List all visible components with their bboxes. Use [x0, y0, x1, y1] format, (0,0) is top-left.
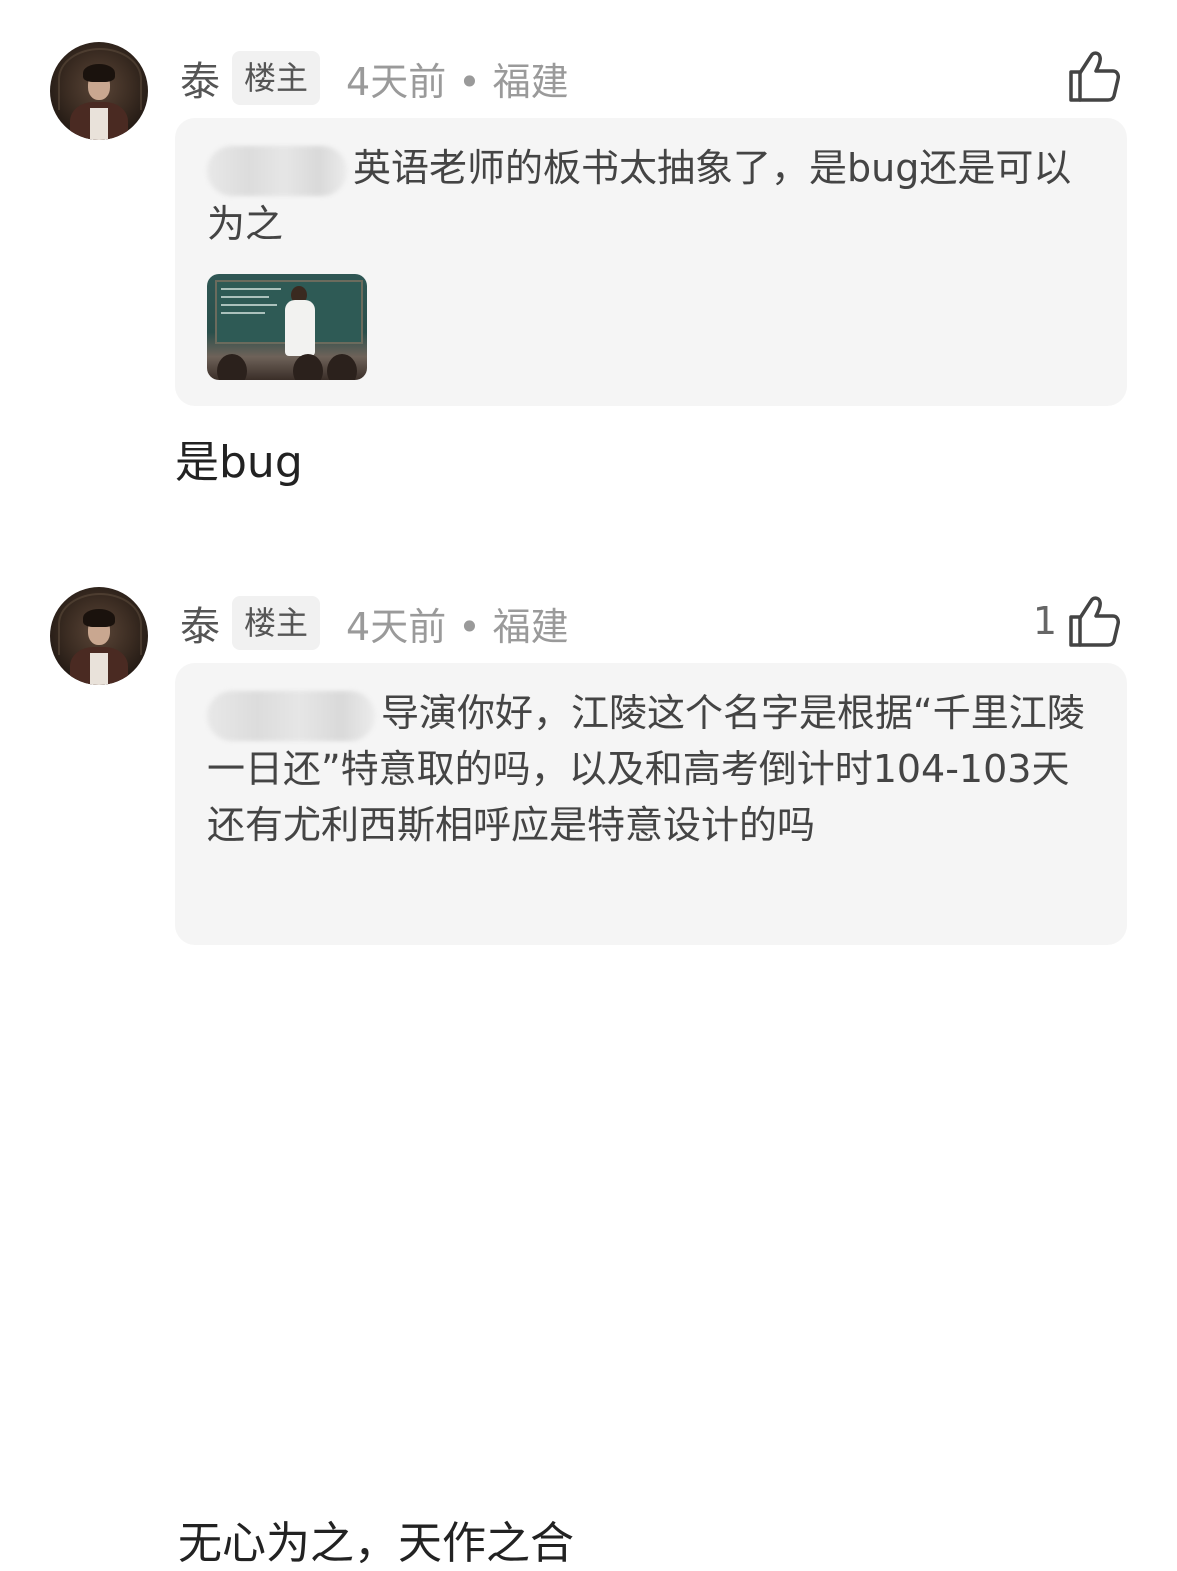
like-button[interactable]	[1057, 44, 1121, 108]
thumbs-up-icon	[1069, 51, 1120, 102]
blurred-username	[207, 690, 375, 741]
meta-separator: •	[458, 59, 481, 104]
comment-time: 4天前	[346, 59, 447, 104]
like-count: 1	[1032, 599, 1057, 643]
comment-meta: 4天前 • 福建	[346, 596, 569, 651]
comment-location: 福建	[492, 59, 569, 104]
comment-time: 4天前	[346, 604, 447, 649]
op-badge: 楼主	[232, 596, 321, 650]
meta-separator: •	[458, 604, 481, 649]
quoted-image-thumbnail[interactable]	[207, 274, 367, 380]
comment-meta: 4天前 • 福建	[346, 51, 569, 106]
thumbs-up-icon	[1069, 596, 1120, 647]
comment-location: 福建	[492, 604, 569, 649]
username[interactable]: 泰	[180, 49, 220, 107]
comment-header: 泰 楼主 4天前 • 福建	[180, 50, 569, 106]
quoted-text-block: 英语老师的板书太抽象了，是bug还是可以为之	[207, 140, 1097, 252]
comment-header: 泰 楼主 4天前 • 福建	[180, 595, 569, 651]
blurred-username	[207, 145, 347, 196]
reply-text: 是bug	[175, 437, 303, 488]
quoted-comment[interactable]: 导演你好，江陵这个名字是根据“千里江陵一日还”特意取的吗，以及和高考倒计时104…	[175, 663, 1127, 945]
avatar[interactable]	[50, 42, 148, 140]
username[interactable]: 泰	[180, 594, 220, 652]
op-badge: 楼主	[232, 51, 321, 105]
quoted-text-block: 导演你好，江陵这个名字是根据“千里江陵一日还”特意取的吗，以及和高考倒计时104…	[207, 685, 1097, 853]
reply-text: 无心为之，天作之合	[178, 1518, 574, 1569]
like-button[interactable]: 1	[1033, 589, 1121, 653]
quoted-comment[interactable]: 英语老师的板书太抽象了，是bug还是可以为之	[175, 118, 1127, 406]
avatar[interactable]	[50, 587, 148, 685]
